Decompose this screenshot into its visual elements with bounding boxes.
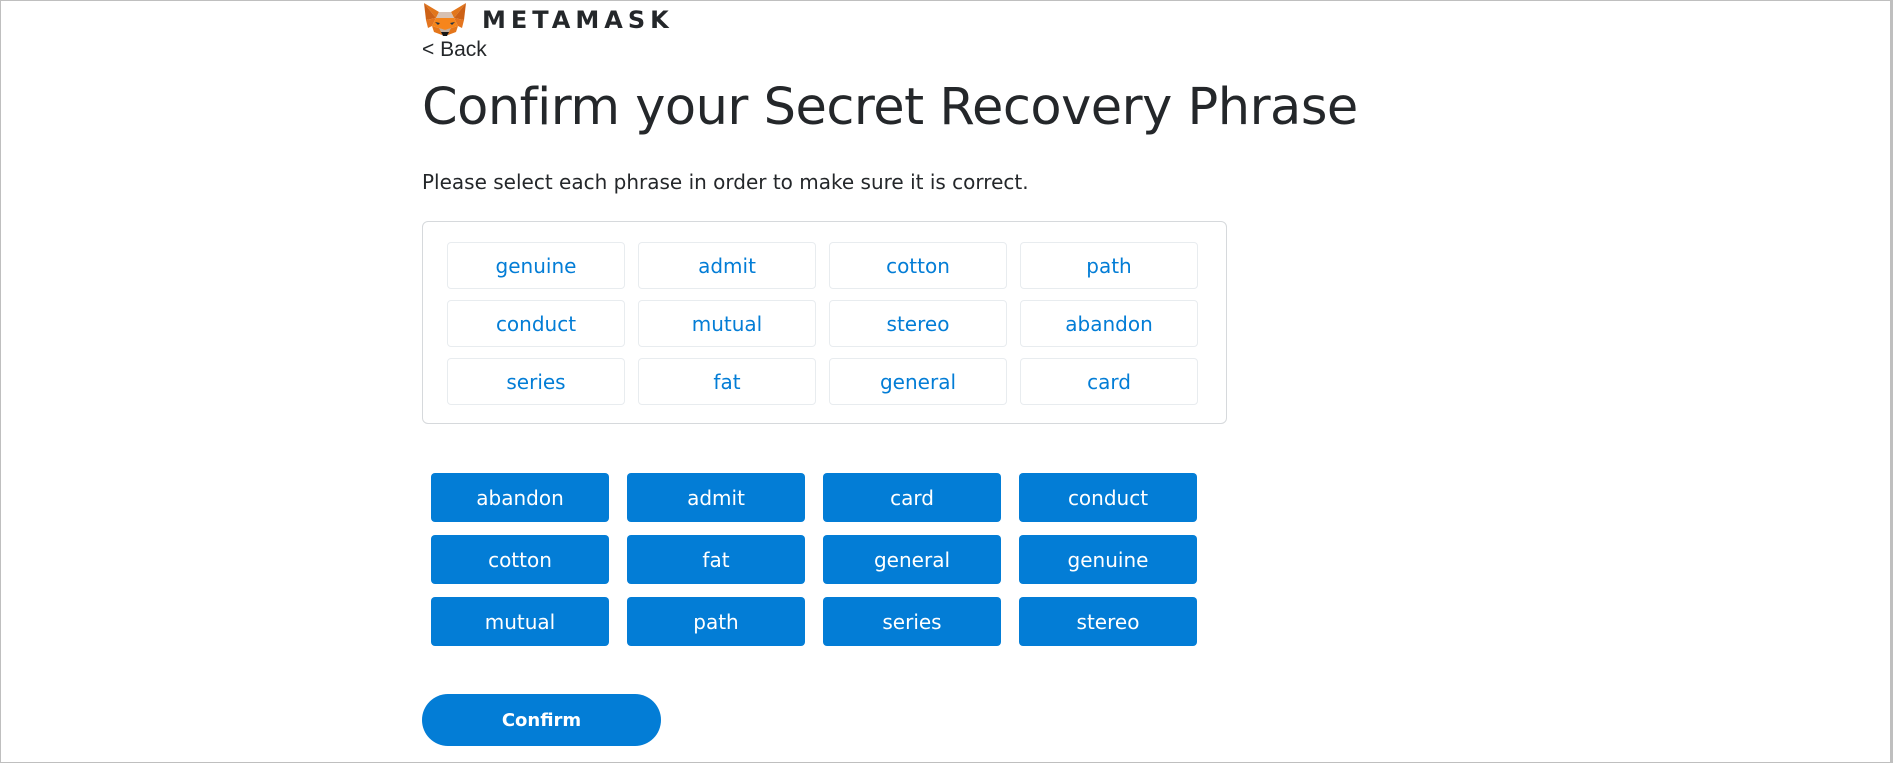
selected-word-chip[interactable]: mutual bbox=[638, 300, 816, 347]
word-bank-button[interactable]: mutual bbox=[431, 597, 609, 646]
selected-word-chip[interactable]: series bbox=[447, 358, 625, 405]
word-bank-grid: abandon admit card conduct cotton fat ge… bbox=[431, 473, 1197, 646]
word-bank-button[interactable]: abandon bbox=[431, 473, 609, 522]
word-bank-button[interactable]: series bbox=[823, 597, 1001, 646]
selected-word-chip[interactable]: conduct bbox=[447, 300, 625, 347]
selected-word-chip[interactable]: path bbox=[1020, 242, 1198, 289]
word-bank-button[interactable]: admit bbox=[627, 473, 805, 522]
selected-word-chip[interactable]: abandon bbox=[1020, 300, 1198, 347]
word-bank-button[interactable]: path bbox=[627, 597, 805, 646]
word-bank-button[interactable]: card bbox=[823, 473, 1001, 522]
confirm-phrase-page: METAMASK < Back Confirm your Secret Reco… bbox=[422, 0, 1422, 763]
metamask-wordmark: METAMASK bbox=[482, 6, 674, 34]
selected-word-chip[interactable]: cotton bbox=[829, 242, 1007, 289]
metamask-fox-icon bbox=[424, 3, 466, 36]
instruction-text: Please select each phrase in order to ma… bbox=[422, 170, 1029, 194]
selected-phrase-area: genuine admit cotton path conduct mutual… bbox=[422, 221, 1227, 424]
page-title: Confirm your Secret Recovery Phrase bbox=[422, 78, 1358, 137]
selected-word-chip[interactable]: genuine bbox=[447, 242, 625, 289]
word-bank-button[interactable]: general bbox=[823, 535, 1001, 584]
back-link[interactable]: < Back bbox=[422, 38, 487, 62]
word-bank-button[interactable]: fat bbox=[627, 535, 805, 584]
brand-header[interactable]: METAMASK bbox=[422, 3, 674, 37]
selected-word-chip[interactable]: admit bbox=[638, 242, 816, 289]
selected-words-grid: genuine admit cotton path conduct mutual… bbox=[447, 242, 1198, 405]
word-bank-button[interactable]: genuine bbox=[1019, 535, 1197, 584]
word-bank-button[interactable]: cotton bbox=[431, 535, 609, 584]
selected-word-chip[interactable]: general bbox=[829, 358, 1007, 405]
word-bank-button[interactable]: conduct bbox=[1019, 473, 1197, 522]
selected-word-chip[interactable]: card bbox=[1020, 358, 1198, 405]
selected-word-chip[interactable]: stereo bbox=[829, 300, 1007, 347]
selected-word-chip[interactable]: fat bbox=[638, 358, 816, 405]
word-bank-button[interactable]: stereo bbox=[1019, 597, 1197, 646]
confirm-button[interactable]: Confirm bbox=[422, 694, 661, 746]
